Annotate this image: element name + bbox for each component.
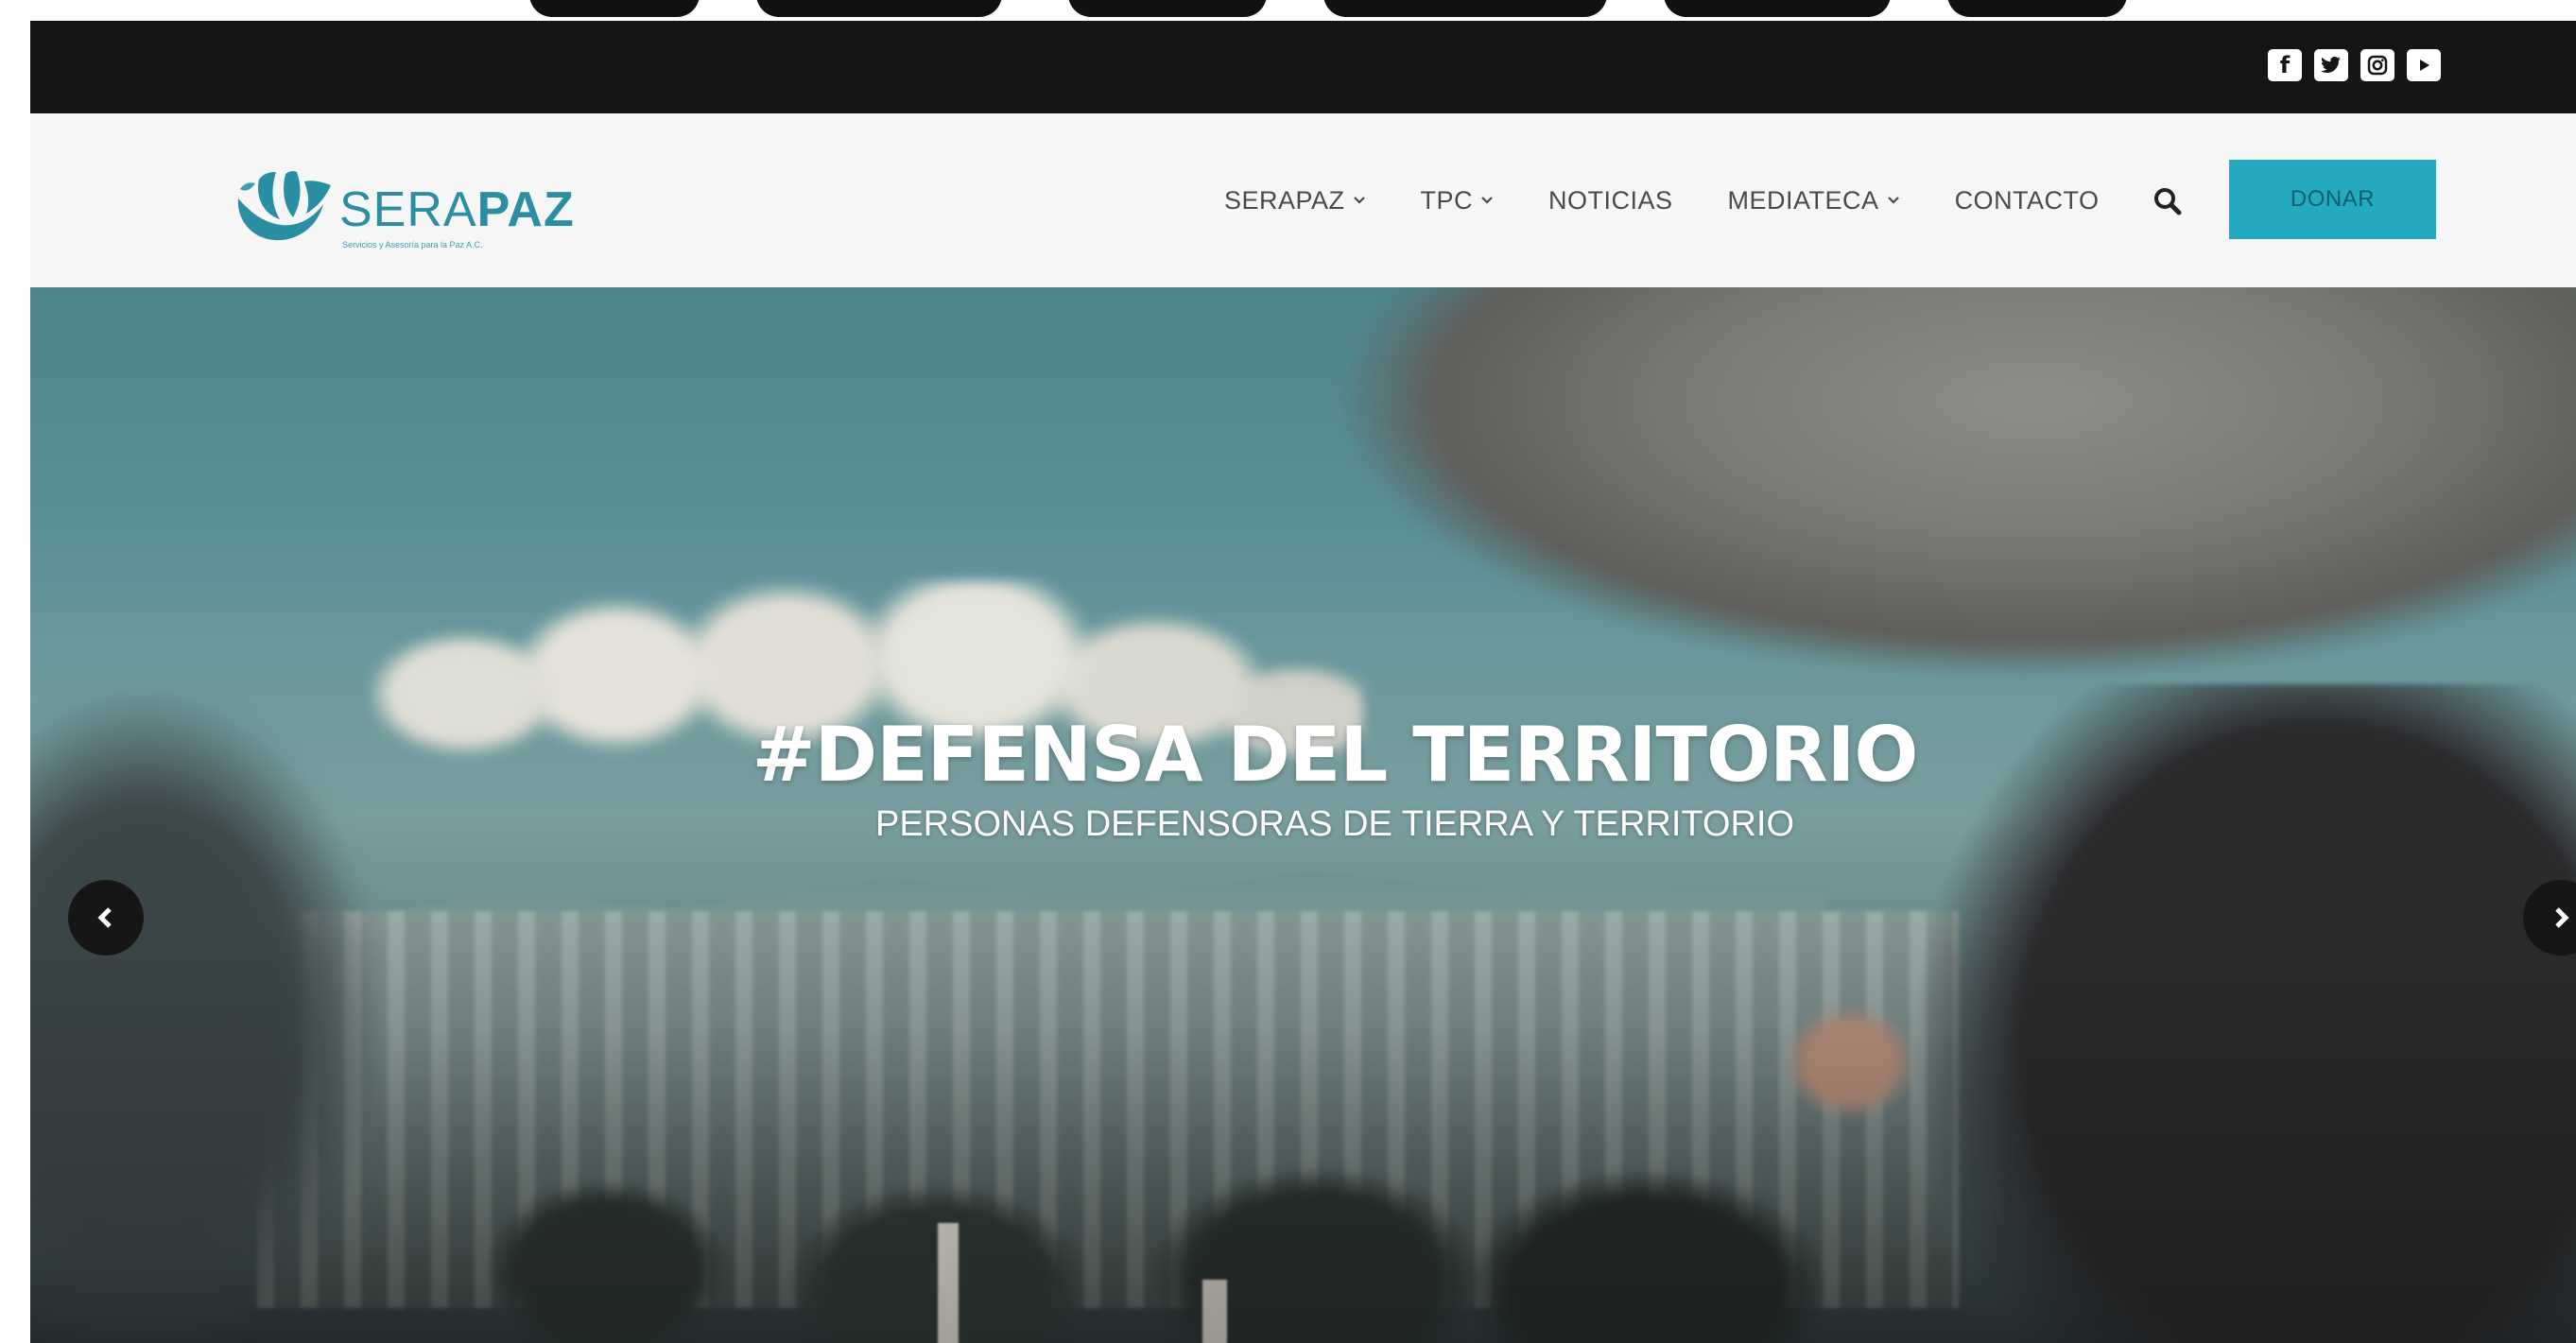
twitter-icon[interactable] (2314, 49, 2348, 81)
menu-item-mediateca[interactable]: MEDIATECA (1728, 186, 1900, 215)
chevron-down-icon (1353, 191, 1366, 210)
menu-item-serapaz[interactable]: SERAPAZ (1224, 186, 1366, 215)
cropped-caption (0, 0, 2576, 21)
primary-menu: SERAPAZ TPC NOTICIAS MEDIATECA CONTACTO (1224, 113, 2154, 287)
donate-button[interactable]: DONAR (2229, 160, 2436, 239)
slider-prev-button[interactable] (68, 880, 144, 956)
chevron-down-icon (1480, 191, 1494, 210)
menu-label: CONTACTO (1954, 185, 2100, 215)
logo-tagline: Servicios y Asesoría para la Paz A.C. (342, 240, 483, 250)
menu-label: MEDIATECA (1727, 185, 1879, 215)
chevron-left-icon (97, 907, 112, 928)
chevron-down-icon (1887, 191, 1900, 210)
serapaz-logo[interactable]: SERAPAZ Servicios y Asesoría para la Paz… (231, 161, 590, 250)
dove-hands-icon (237, 170, 331, 241)
hero-subtitle: PERSONAS DEFENSORAS DE TIERRA Y TERRITOR… (874, 804, 1795, 844)
search-icon[interactable] (2152, 185, 2184, 217)
hero-title: #DEFENSA DEL TERRITORIO (752, 711, 1919, 799)
chevron-right-icon (2555, 907, 2569, 928)
menu-label: TPC (1420, 185, 1474, 215)
hero-caption: #DEFENSA DEL TERRITORIO PERSONAS DEFENSO… (30, 717, 2576, 845)
main-navbar: SERAPAZ Servicios y Asesoría para la Paz… (30, 113, 2576, 287)
hero-slider: #DEFENSA DEL TERRITORIO PERSONAS DEFENSO… (30, 287, 2576, 1343)
menu-item-tpc[interactable]: TPC (1421, 186, 1495, 215)
youtube-icon[interactable] (2407, 49, 2441, 81)
instagram-icon[interactable] (2360, 49, 2394, 81)
menu-label: NOTICIAS (1548, 185, 1673, 215)
logo-wordmark: SERAPAZ (339, 182, 575, 237)
website: f SERAPAZ Servicios y Asesoría para la P (30, 21, 2576, 1343)
social-links: f (2268, 49, 2441, 81)
menu-item-noticias[interactable]: NOTICIAS (1548, 186, 1673, 215)
menu-label: SERAPAZ (1224, 185, 1345, 215)
facebook-icon[interactable]: f (2268, 49, 2302, 81)
top-bar: f (30, 21, 2576, 113)
menu-item-contacto[interactable]: CONTACTO (1955, 186, 2100, 215)
